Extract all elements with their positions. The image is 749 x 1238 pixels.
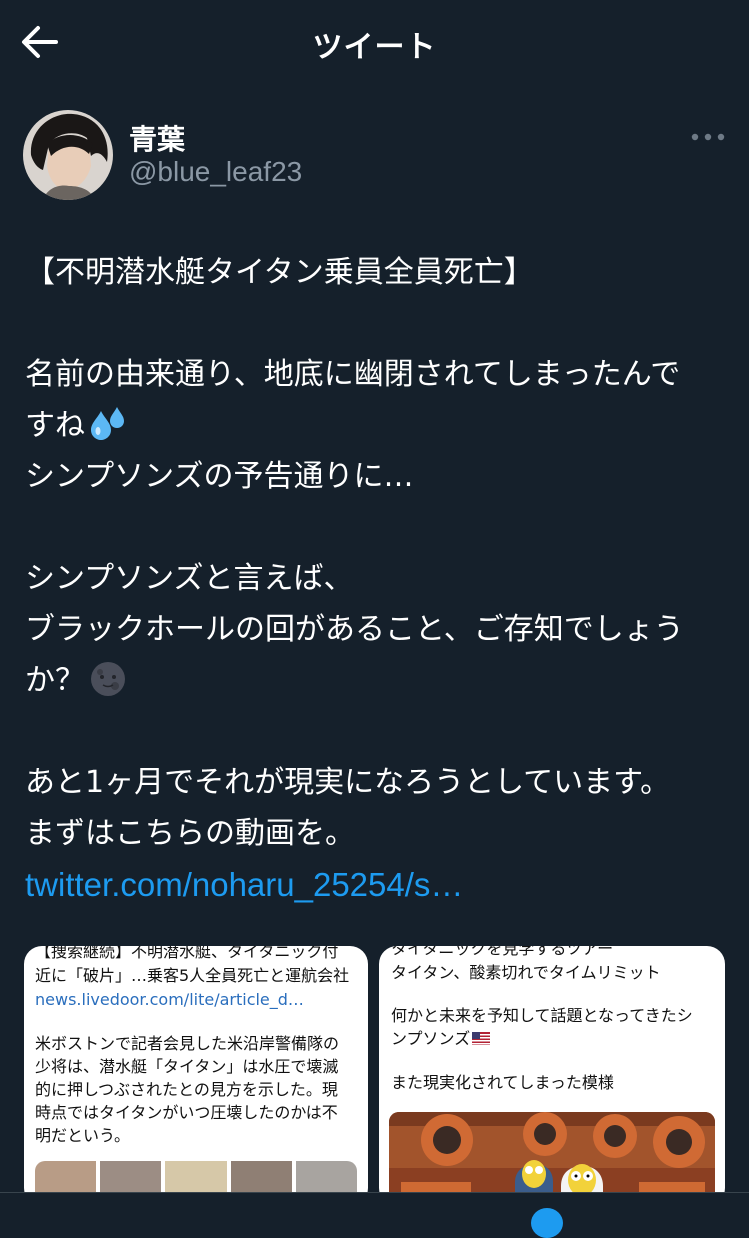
tweet-line: 名前の由来通り、地底に幽閉されてしまったんで (25, 357, 681, 392)
tweet-line-text: か？ (25, 663, 85, 698)
avatar[interactable] (23, 110, 113, 200)
tweet-line: あと1ヶ月でそれが現実になろうとしています。 (25, 765, 671, 800)
display-name[interactable]: 青葉 (129, 118, 185, 158)
tweet-line: シンプソンズと言えば、 (25, 561, 354, 596)
card-url: news.livedoor.com/lite/article_d… (35, 990, 304, 1009)
bottom-divider (0, 1192, 749, 1222)
card-body-line: 時点ではタイタンがいつ圧壊したのかは不 (35, 1103, 338, 1122)
new-moon-face-emoji (89, 660, 127, 698)
more-horizontal-icon (691, 133, 725, 141)
card-headline: 【捜索継続】不明潜水艇、タイタニック付 (35, 946, 339, 961)
sweat-droplets-emoji (89, 405, 127, 443)
card-line: タイタニックを見学するツアー (391, 946, 614, 958)
tweet-line: シンプソンズの予告通りに… (25, 459, 414, 494)
tweet-line: ブラックホールの回があること、ご存知でしょう (25, 612, 684, 647)
tweet-line: すね (25, 400, 730, 451)
tweet-line: 【不明潜水艇タイタン乗員全員死亡】 (25, 255, 534, 290)
media-image-1[interactable]: 【捜索継続】不明潜水艇、タイタニック付 近に「破片」…乗客5人全員死亡と運航会社… (24, 946, 368, 1206)
notification-badge (531, 1208, 563, 1238)
us-flag-emoji (470, 1029, 491, 1048)
tweet-link[interactable]: twitter.com/noharu_25254/s… (25, 866, 463, 903)
card-body-line: 的に押しつぶされたとの見方を示した。現 (35, 1080, 338, 1099)
card-line: タイタン、酸素切れでタイムリミット (391, 963, 661, 982)
card-line: ンプソンズ (391, 1027, 491, 1050)
user-handle[interactable]: @blue_leaf23 (129, 156, 302, 188)
card-headline: 近に「破片」…乗客5人全員死亡と運航会社 (35, 966, 350, 985)
card-line-text: ンプソンズ (391, 1029, 471, 1048)
tweet-line: か？ (25, 655, 730, 706)
tweet-text: 【不明潜水艇タイタン乗員全員死亡】 名前の由来通り、地底に幽閉されてしまったんで… (25, 247, 730, 910)
more-options-button[interactable] (690, 126, 726, 148)
card-line: 何かと未来を予知して話題となってきたシ (391, 1006, 693, 1025)
media-image-2[interactable]: タイタニックを見学するツアー タイタン、酸素切れでタイムリミット 何かと未来を予… (379, 946, 725, 1206)
card-body-line: 明だという。 (35, 1126, 131, 1145)
top-navigation-bar: ツイート (0, 0, 749, 86)
card-line: また現実化されてしまった模様 (391, 1073, 614, 1092)
card-body-line: 米ボストンで記者会見した米沿岸警備隊の (35, 1034, 340, 1053)
card-body-line: 少将は、潜水艇「タイタン」は水圧で壊滅 (35, 1057, 339, 1076)
page-title: ツイート (312, 30, 437, 65)
tweet-line-text: すね (25, 408, 85, 443)
tweet-line: まずはこちらの動画を。 (25, 816, 355, 851)
